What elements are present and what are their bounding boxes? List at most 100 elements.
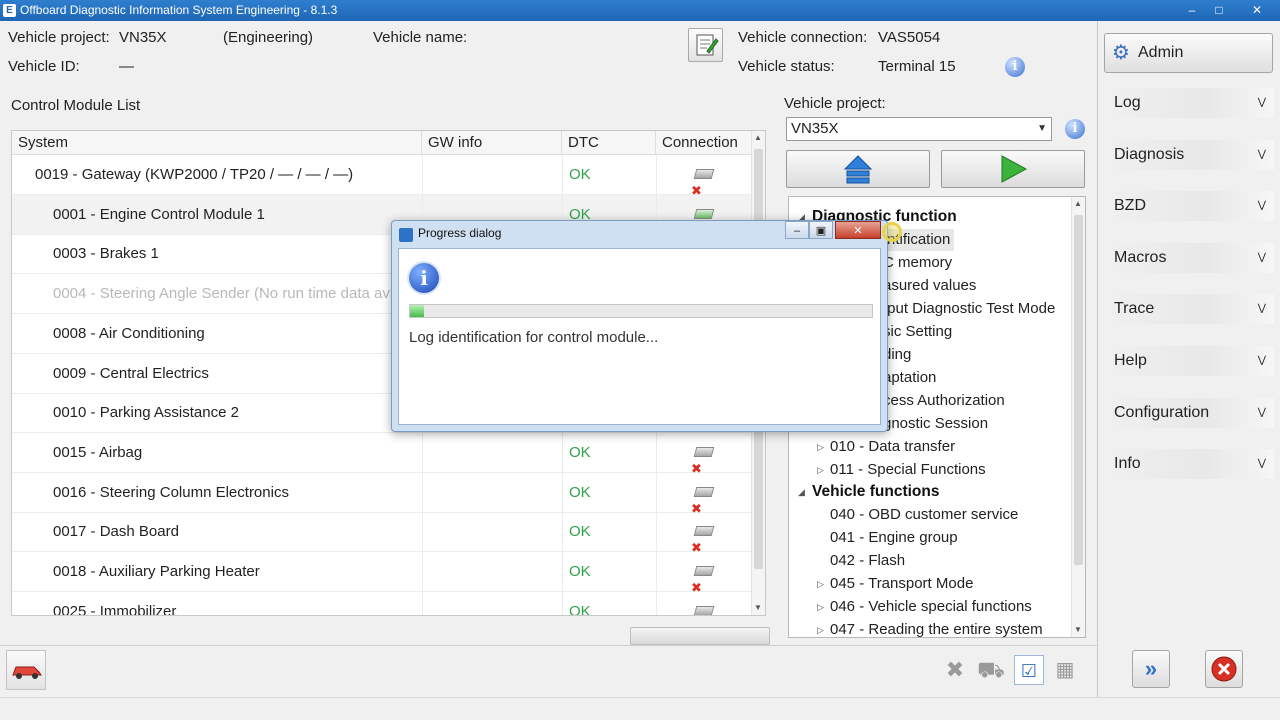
exit-button[interactable] xyxy=(1205,650,1243,688)
tree-item[interactable]: 041 - Engine group xyxy=(830,527,958,549)
minimize-button[interactable]: – xyxy=(1177,0,1207,21)
tree-item[interactable]: asured values xyxy=(883,275,976,297)
connection-cell: ✖ xyxy=(656,512,752,553)
tree-item[interactable]: sic Setting xyxy=(883,321,952,343)
disconnected-module-icon: ✖ xyxy=(691,524,715,552)
dialog-maximize-button[interactable]: ▣ xyxy=(809,221,833,239)
tree-scrollbar[interactable]: ▲ ▼ xyxy=(1071,197,1085,637)
maximize-button[interactable]: □ xyxy=(1204,0,1234,21)
column-connection[interactable]: Connection xyxy=(656,131,752,155)
status-info-icon[interactable]: i xyxy=(1005,57,1025,77)
gw-info-cell xyxy=(422,591,562,615)
vehicle-tool-icon[interactable]: ⛟ xyxy=(976,655,1006,685)
column-dtc[interactable]: DTC xyxy=(562,131,656,155)
disconnected-module-icon: ✖ xyxy=(691,485,715,513)
tree-item[interactable]: tput Diagnostic Test Mode xyxy=(883,298,1055,320)
dialog-app-icon xyxy=(399,228,413,242)
tree-item[interactable]: 040 - OBD customer service xyxy=(830,504,1018,526)
tree-item[interactable]: 045 - Transport Mode xyxy=(830,573,973,595)
checkbox-list-icon[interactable]: ☑ xyxy=(1014,655,1044,685)
disconnected-module-icon: ✖ xyxy=(693,604,715,615)
tree-item[interactable]: C memory xyxy=(883,252,952,274)
tree-item[interactable]: aptation xyxy=(883,367,936,389)
column-gw-info[interactable]: GW info xyxy=(422,131,562,155)
start-button[interactable] xyxy=(941,150,1085,188)
menu-item-info[interactable]: Info ⋁ xyxy=(1104,449,1274,480)
tree-item[interactable]: 042 - Flash xyxy=(830,550,905,572)
menu-item-log[interactable]: Log ⋁ xyxy=(1104,88,1274,118)
tree-item[interactable]: cess Authorization xyxy=(883,390,1005,412)
menu-item-label: BZD xyxy=(1114,197,1146,215)
system-cell: 0010 - Parking Assistance 2 xyxy=(53,404,239,422)
tree-group-header[interactable]: Vehicle functions xyxy=(812,481,939,503)
table-row[interactable]: 0018 - Auxiliary Parking Heater OK ✖ xyxy=(12,552,752,592)
collapse-triangle-icon[interactable]: ◢ xyxy=(798,487,805,498)
expand-triangle-icon[interactable]: ▷ xyxy=(817,442,824,453)
tree-scroll-thumb[interactable] xyxy=(1074,215,1083,565)
vehicle-tab[interactable] xyxy=(6,650,46,690)
system-cell: 0001 - Engine Control Module 1 xyxy=(53,205,265,223)
menu-item-label: Diagnosis xyxy=(1114,145,1185,163)
close-window-button[interactable]: ✕ xyxy=(1240,0,1274,21)
edit-vehicle-button[interactable] xyxy=(688,28,723,62)
chevron-down-icon: ⋁ xyxy=(1257,406,1266,418)
dtc-cell: OK xyxy=(562,512,656,553)
table-row[interactable]: 0016 - Steering Column Electronics OK ✖ xyxy=(12,472,752,513)
tree-scroll-down-icon[interactable]: ▼ xyxy=(1074,625,1082,634)
expand-triangle-icon[interactable]: ▷ xyxy=(817,579,824,590)
menu-item-label: Log xyxy=(1114,94,1141,111)
dtc-cell: OK xyxy=(562,591,656,615)
table-row[interactable]: 0017 - Dash Board OK ✖ xyxy=(12,512,752,553)
progress-dialog: Progress dialog – ▣ ✕ i Log identificati… xyxy=(391,220,888,432)
menu-item-configuration[interactable]: Configuration ⋁ xyxy=(1104,397,1274,428)
menu-item-label: Trace xyxy=(1114,300,1155,318)
vehicle-status-value: Terminal 15 xyxy=(878,58,956,75)
cancel-tool-icon[interactable]: ✖ xyxy=(940,655,970,685)
dialog-minimize-button[interactable]: – xyxy=(785,221,809,239)
menu-item-diagnosis[interactable]: Diagnosis ⋁ xyxy=(1104,139,1274,170)
upload-button[interactable] xyxy=(786,150,930,188)
table-row[interactable]: 0019 - Gateway (KWP2000 / TP20 / — / — /… xyxy=(12,155,752,195)
progress-bar xyxy=(409,304,873,318)
info-icon: i xyxy=(409,263,439,293)
gw-info-cell xyxy=(422,512,562,553)
connection-cell: ✖ xyxy=(656,552,752,592)
expand-triangle-icon[interactable]: ▷ xyxy=(817,625,824,636)
tree-item[interactable]: 046 - Vehicle special functions xyxy=(830,596,1032,618)
tree-scroll-up-icon[interactable]: ▲ xyxy=(1074,199,1082,208)
bottom-toolbar xyxy=(0,645,1097,697)
grid-table-icon[interactable]: ▦ xyxy=(1050,655,1080,685)
table-row[interactable]: 0025 - Immobilizer OK ✖ xyxy=(12,591,752,615)
scroll-down-icon[interactable]: ▼ xyxy=(754,603,762,612)
horizontal-scrollbar[interactable] xyxy=(630,627,770,645)
disconnected-module-icon: ✖ xyxy=(691,564,715,592)
menu-item-macros[interactable]: Macros ⋁ xyxy=(1104,242,1274,273)
dialog-close-button[interactable]: ✕ xyxy=(835,221,881,239)
tree-item[interactable]: 010 - Data transfer xyxy=(830,436,955,458)
column-system[interactable]: System xyxy=(12,131,422,155)
connection-cell: ✖ xyxy=(656,432,752,473)
menu-item-label: Info xyxy=(1114,455,1141,473)
disconnected-module-icon: ✖ xyxy=(691,167,715,195)
menu-item-bzd[interactable]: BZD ⋁ xyxy=(1104,191,1274,222)
dtc-cell: OK xyxy=(562,552,656,592)
tree-item[interactable]: 011 - Special Functions xyxy=(830,459,986,481)
expand-triangle-icon[interactable]: ▷ xyxy=(817,465,824,476)
play-icon xyxy=(1001,155,1028,183)
system-cell: 0015 - Airbag xyxy=(53,443,143,461)
forward-button[interactable]: » xyxy=(1132,650,1170,688)
scroll-up-icon[interactable]: ▲ xyxy=(754,133,762,142)
project-info-icon[interactable]: i xyxy=(1065,119,1085,139)
expand-triangle-icon[interactable]: ▷ xyxy=(817,602,824,613)
chevron-down-icon: ⋁ xyxy=(1257,355,1266,366)
tree-item[interactable]: gnostic Session xyxy=(883,413,988,435)
gw-info-cell xyxy=(422,432,562,473)
system-cell: 0003 - Brakes 1 xyxy=(53,245,159,263)
admin-button[interactable]: ⚙ Admin xyxy=(1104,33,1273,73)
tree-item[interactable]: 047 - Reading the entire system xyxy=(830,619,1043,637)
vehicle-project-select[interactable]: VN35X ▼ xyxy=(786,117,1052,141)
menu-item-help[interactable]: Help ⋁ xyxy=(1104,346,1274,376)
menu-item-trace[interactable]: Trace ⋁ xyxy=(1104,294,1274,325)
dtc-cell: OK xyxy=(562,432,656,473)
table-row[interactable]: 0015 - Airbag OK ✖ xyxy=(12,432,752,473)
